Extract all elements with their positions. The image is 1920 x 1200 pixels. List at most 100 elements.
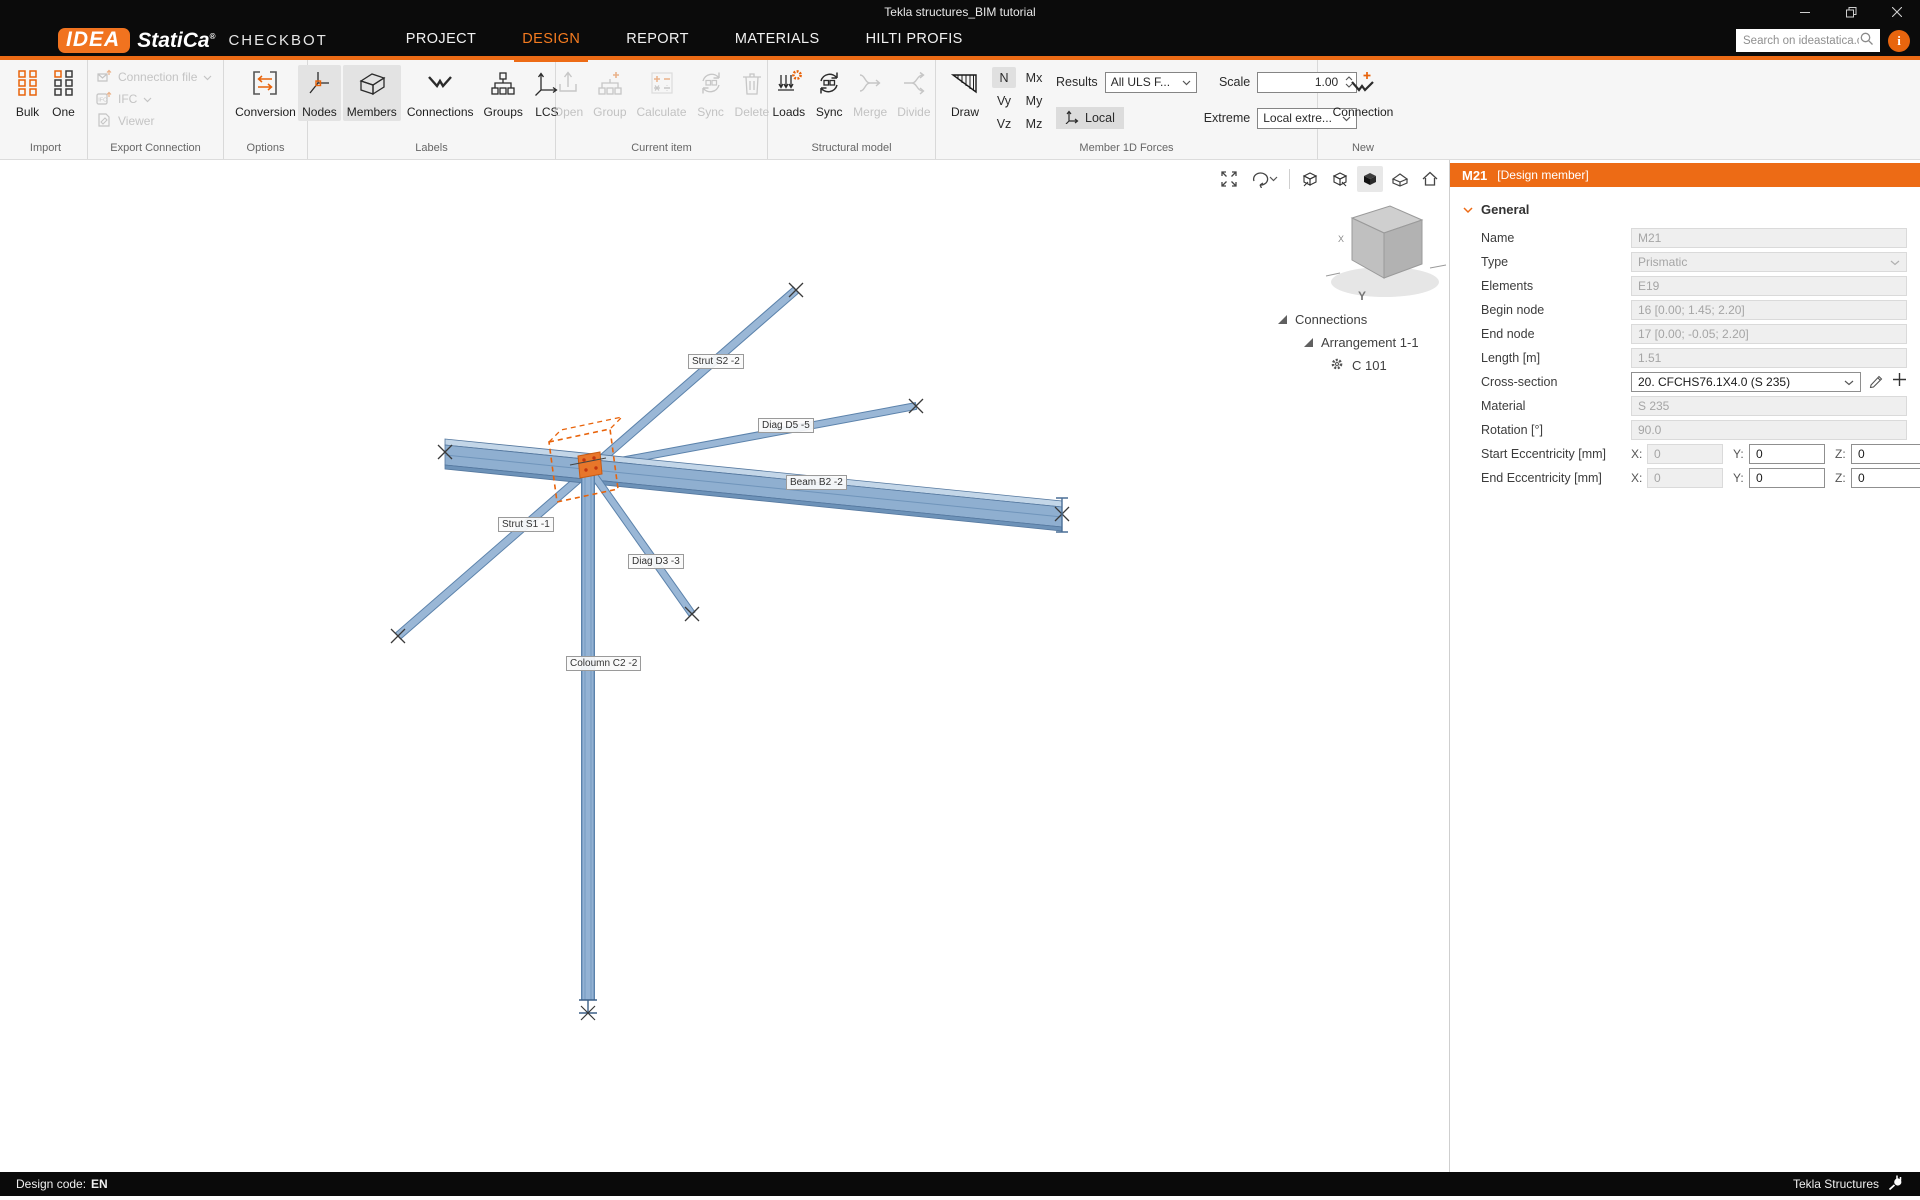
tree-item-arrangement[interactable]: Arrangement 1-1 [1278, 331, 1419, 354]
draw-icon [950, 71, 980, 102]
start-ecc-z-input[interactable]: 0 [1851, 444, 1920, 464]
open-icon [555, 69, 581, 102]
checkbot-window: Tekla structures_BIM tutorial IDEA Stati… [0, 0, 1920, 1200]
nodes-toggle[interactable]: Nodes [298, 65, 341, 121]
ribbon-group-current-item: Open Group Calculate Sync Delete [556, 60, 768, 159]
chevron-down-icon [143, 92, 152, 106]
add-cross-section-icon[interactable] [1892, 372, 1907, 392]
members-toggle[interactable]: Members [343, 65, 401, 121]
search-box[interactable] [1736, 29, 1880, 52]
field-type: Type Prismatic [1450, 250, 1920, 274]
end-ecc-y-input[interactable]: 0 [1749, 468, 1825, 488]
edit-cross-section-icon[interactable] [1868, 371, 1885, 393]
end-ecc-x-input: 0 [1647, 468, 1723, 488]
solid-view-icon[interactable] [1357, 166, 1383, 192]
viewport-3d[interactable]: X Y Connections [0, 160, 1449, 1172]
tab-design[interactable]: DESIGN [522, 22, 580, 58]
new-connection-button[interactable]: Connection [1329, 65, 1398, 121]
search-icon [1859, 31, 1874, 51]
group-label-options: Options [224, 139, 307, 159]
new-connection-icon [1348, 69, 1378, 102]
draw-forces-button[interactable]: Draw [946, 67, 984, 134]
sync-icon [697, 69, 725, 102]
info-button[interactable]: i [1888, 30, 1910, 52]
home-view-icon[interactable] [1417, 166, 1443, 192]
field-end-eccentricity: End Eccentricity [mm] X: 0 Y: 0 Z: 0 [1450, 466, 1920, 490]
viewer-button[interactable]: Viewer [96, 111, 212, 131]
toggle-N[interactable]: N [992, 67, 1016, 88]
ribbon: Bulk One Import Connection file [0, 60, 1920, 160]
cross-section-select[interactable]: 20. CFCHS76.1X4.0 (S 235) [1631, 372, 1861, 392]
minimize-button[interactable] [1782, 0, 1828, 24]
results-dropdown[interactable]: All ULS F... [1105, 72, 1197, 93]
end-ecc-z-input[interactable]: 0 [1851, 468, 1920, 488]
group-label-labels: Labels [308, 139, 555, 159]
groups-toggle[interactable]: Groups [480, 65, 527, 121]
svg-text:Y: Y [1358, 289, 1366, 303]
field-end-node: End node 17 [0.00; -0.05; 2.20] [1450, 322, 1920, 346]
group-label-import: Import [4, 139, 87, 159]
divide-icon [900, 69, 928, 102]
close-button[interactable] [1874, 0, 1920, 24]
toggle-Mx[interactable]: Mx [1020, 67, 1048, 88]
structural-model-canvas[interactable]: X Y [0, 160, 1449, 1172]
restore-button[interactable] [1828, 0, 1874, 24]
toggle-Vy[interactable]: Vy [992, 90, 1016, 111]
ifc-export-button[interactable]: IFC IFC [96, 89, 212, 109]
section-clip-icon[interactable] [1387, 166, 1413, 192]
ribbon-group-export: Connection file IFC IFC Viewer Export Co… [88, 60, 224, 159]
expander-icon[interactable] [1278, 312, 1287, 327]
tab-hilti-profis[interactable]: HILTI PROFIS [866, 22, 963, 58]
connection-file-button[interactable]: Connection file [96, 67, 212, 87]
toggle-My[interactable]: My [1020, 90, 1048, 111]
axonometry-view-icon[interactable] [1297, 166, 1323, 192]
design-code: Design code:EN [16, 1177, 108, 1191]
one-icon [51, 69, 77, 102]
gear-icon [1330, 357, 1344, 374]
group-label-member-forces: Member 1D Forces [936, 139, 1317, 159]
zoom-fit-icon[interactable] [1216, 166, 1242, 192]
field-elements: Elements E19 [1450, 274, 1920, 298]
section-general[interactable]: General [1463, 202, 1920, 217]
group-label-new: New [1318, 139, 1408, 159]
toggle-Mz[interactable]: Mz [1020, 113, 1048, 134]
viewport-toolbar [1216, 166, 1443, 192]
start-ecc-y-input[interactable]: 0 [1749, 444, 1825, 464]
chevron-down-icon [1182, 75, 1191, 89]
elements-input: E19 [1631, 276, 1907, 296]
expander-icon[interactable] [1304, 335, 1313, 350]
conversion-button[interactable]: Conversion [231, 65, 300, 121]
sync-model-button[interactable]: Sync [811, 65, 847, 121]
ribbon-group-member-forces: Draw N Mx Vy My Vz Mz Results All ULS F.… [936, 60, 1318, 159]
one-button[interactable]: One [47, 65, 81, 121]
material-input: S 235 [1631, 396, 1907, 416]
member-label-strut-s1: Strut S1 -1 [498, 517, 554, 532]
toggle-Vz[interactable]: Vz [992, 113, 1016, 134]
loads-button[interactable]: Loads [768, 65, 809, 121]
open-button: Open [550, 65, 587, 121]
merge-button: Merge [849, 65, 891, 121]
local-toggle[interactable]: Local [1056, 107, 1124, 129]
tree-item-connections[interactable]: Connections [1278, 308, 1419, 331]
tab-project[interactable]: PROJECT [406, 22, 476, 58]
sync-current-button: Sync [693, 65, 729, 121]
group-icon [596, 69, 624, 102]
search-input[interactable] [1743, 35, 1859, 47]
force-component-toggles: N Mx Vy My Vz Mz [992, 67, 1048, 134]
rotate-view-icon[interactable] [1246, 166, 1282, 192]
tab-materials[interactable]: MATERIALS [735, 22, 820, 58]
perspective-view-icon[interactable] [1327, 166, 1353, 192]
group-label-export: Export Connection [88, 139, 223, 159]
start-ecc-x-input: 0 [1647, 444, 1723, 464]
tree-item-c101[interactable]: C 101 [1278, 354, 1419, 377]
design-code-value: EN [91, 1177, 108, 1191]
svg-text:X: X [1338, 234, 1344, 244]
field-material: Material S 235 [1450, 394, 1920, 418]
conversion-icon [250, 69, 280, 102]
bulk-button[interactable]: Bulk [11, 65, 45, 121]
connections-toggle[interactable]: Connections [403, 65, 478, 121]
group-label-current-item: Current item [556, 139, 767, 159]
tab-report[interactable]: REPORT [626, 22, 689, 58]
logo-product: CHECKBOT [228, 32, 327, 49]
begin-node-input: 16 [0.00; 1.45; 2.20] [1631, 300, 1907, 320]
